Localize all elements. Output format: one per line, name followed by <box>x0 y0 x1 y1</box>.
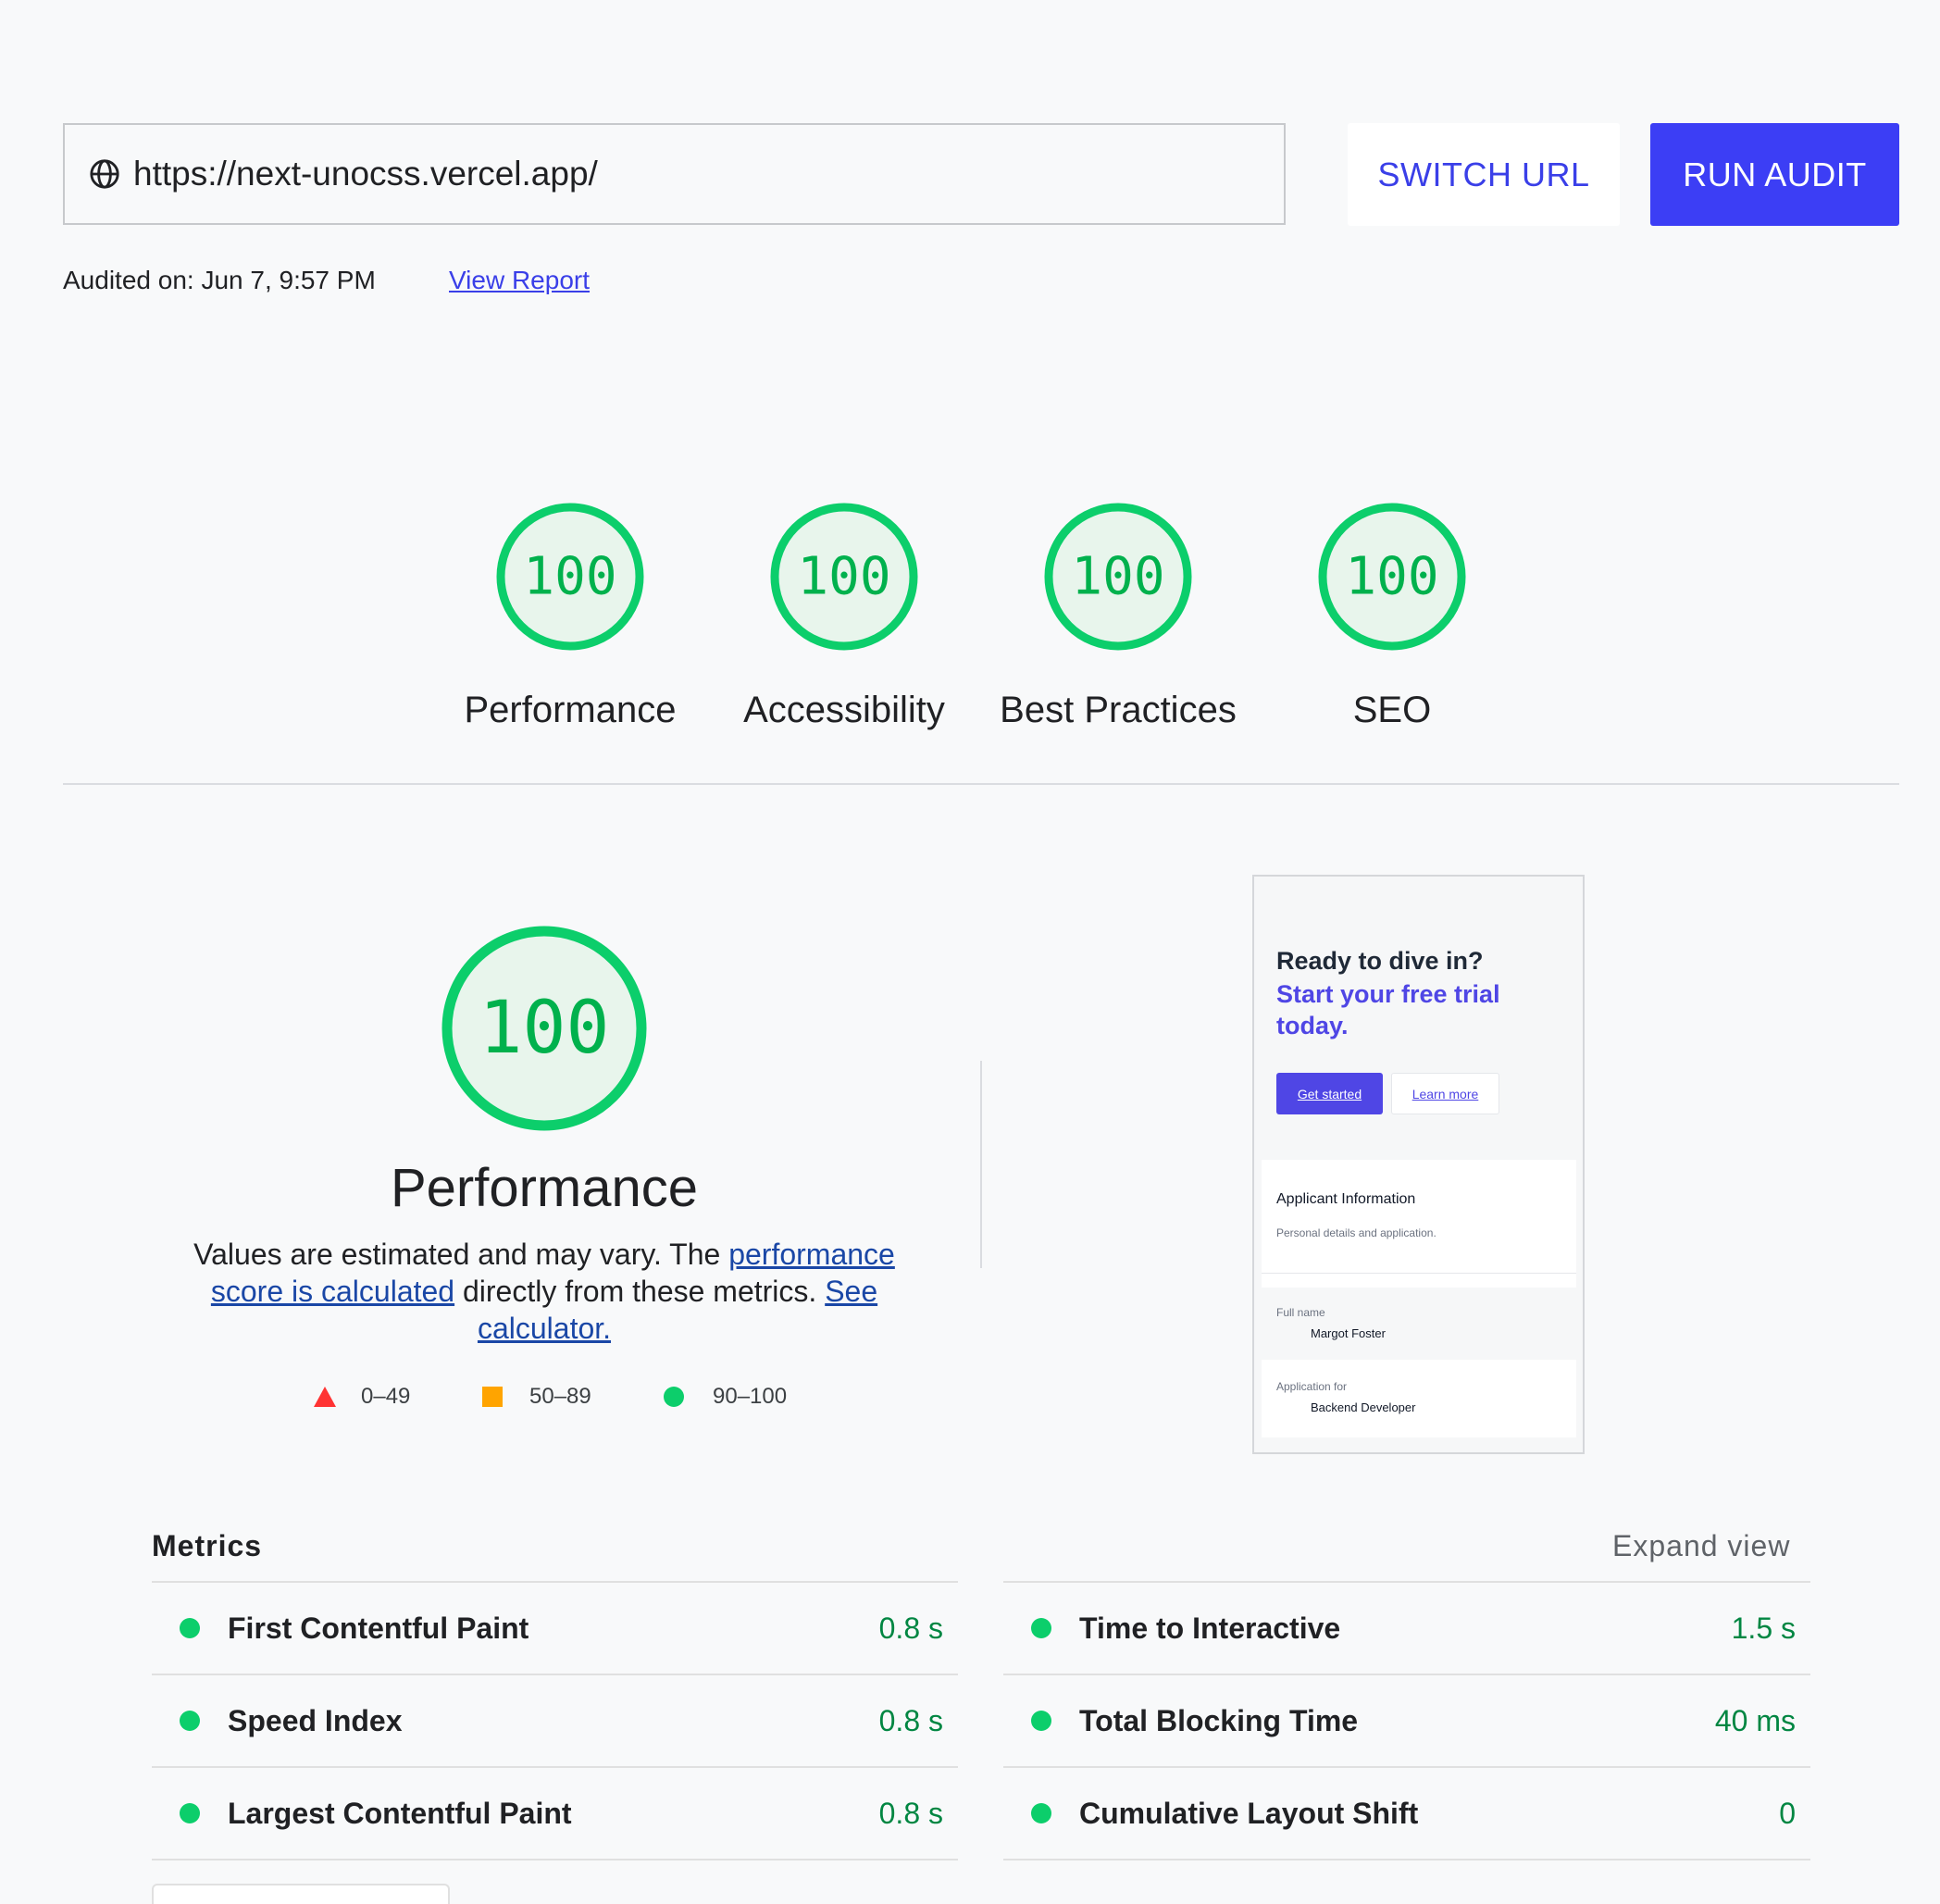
thumb-heading-2: Start your free trial today. <box>1276 980 1500 1039</box>
gauge-accessibility[interactable]: 100 Accessibility <box>724 501 964 731</box>
run-audit-button[interactable]: RUN AUDIT <box>1650 123 1899 226</box>
gauge-score: 100 <box>1071 547 1164 607</box>
expand-view-toggle[interactable]: Expand view <box>1612 1529 1790 1563</box>
metric-row: Largest Contentful Paint 0.8 s <box>152 1768 958 1859</box>
metric-row: Time to Interactive 1.5 s <box>1003 1583 1810 1674</box>
pass-dot-icon <box>1031 1711 1051 1731</box>
gauge-score: 100 <box>523 547 616 607</box>
globe-icon <box>90 159 119 189</box>
view-treemap-button[interactable] <box>152 1884 450 1904</box>
thumb-learn-more-button: Learn more <box>1391 1073 1499 1114</box>
performance-score-large: 100 <box>479 987 610 1070</box>
view-report-link[interactable]: View Report <box>449 266 590 295</box>
vertical-separator <box>980 1061 982 1268</box>
metric-value: 0.8 s <box>878 1611 943 1645</box>
legend-fail: 0–49 <box>313 1384 410 1410</box>
triangle-icon <box>314 1387 336 1407</box>
metric-row: Speed Index 0.8 s <box>152 1675 958 1766</box>
performance-gauge-large: 100 <box>437 921 652 1140</box>
gauge-label: Accessibility <box>743 690 945 730</box>
url-input[interactable]: https://next-unocss.vercel.app/ <box>63 123 1286 225</box>
metric-value: 1.5 s <box>1731 1611 1796 1645</box>
metric-name: Speed Index <box>228 1703 403 1737</box>
metric-name: First Contentful Paint <box>228 1611 529 1645</box>
thumb-applicant-card: Applicant Information Personal details a… <box>1262 1160 1576 1437</box>
metric-row: First Contentful Paint 0.8 s <box>152 1583 958 1674</box>
gauge-seo[interactable]: 100 SEO <box>1272 501 1512 731</box>
gauge-label: SEO <box>1352 690 1432 730</box>
square-icon <box>482 1387 503 1407</box>
pass-dot-icon <box>180 1618 200 1638</box>
gauge-score: 100 <box>1345 547 1438 607</box>
thumb-heading-1: Ready to dive in? <box>1276 947 1484 975</box>
page-screenshot-thumbnail: Ready to dive in? Start your free trial … <box>1252 875 1585 1454</box>
switch-url-button[interactable]: SWITCH URL <box>1348 123 1620 226</box>
thumb-card-subtitle: Personal details and application. <box>1276 1226 1436 1239</box>
legend-pass: 90–100 <box>663 1384 787 1410</box>
url-text: https://next-unocss.vercel.app/ <box>133 155 598 193</box>
thumb-field-row: Full name Margot Foster <box>1262 1288 1576 1360</box>
pass-dot-icon <box>1031 1803 1051 1823</box>
metric-value: 40 ms <box>1714 1703 1796 1737</box>
thumb-get-started-button: Get started <box>1276 1073 1383 1114</box>
thumb-card-title: Applicant Information <box>1276 1191 1416 1207</box>
section-divider <box>63 783 1899 785</box>
audited-on-text: Audited on: Jun 7, 9:57 PM <box>63 266 376 294</box>
metric-value: 0 <box>1779 1796 1796 1830</box>
metric-name: Total Blocking Time <box>1079 1703 1359 1737</box>
performance-description: Values are estimated and may vary. The p… <box>193 1238 895 1345</box>
gauge-label: Performance <box>464 690 677 730</box>
gauge-best-practices[interactable]: 100 Best Practices <box>998 501 1238 731</box>
pass-dot-icon <box>1031 1618 1051 1638</box>
thumb-field-row: Application for Backend Developer <box>1262 1362 1576 1434</box>
gauge-score: 100 <box>797 547 890 607</box>
metric-value: 0.8 s <box>878 1703 943 1737</box>
metric-name: Largest Contentful Paint <box>228 1796 572 1830</box>
metric-name: Cumulative Layout Shift <box>1079 1796 1419 1830</box>
pass-dot-icon <box>180 1803 200 1823</box>
pass-dot-icon <box>180 1711 200 1731</box>
metric-value: 0.8 s <box>878 1796 943 1830</box>
metrics-title: Metrics <box>152 1529 263 1562</box>
gauge-performance[interactable]: 100 Performance <box>450 501 690 731</box>
circle-icon <box>664 1387 684 1407</box>
performance-title: Performance <box>390 1158 699 1218</box>
metric-row: Cumulative Layout Shift 0 <box>1003 1768 1810 1859</box>
metric-name: Time to Interactive <box>1079 1611 1341 1645</box>
gauge-label: Best Practices <box>1000 690 1237 730</box>
metric-row: Total Blocking Time 40 ms <box>1003 1675 1810 1766</box>
legend-average: 50–89 <box>481 1384 591 1410</box>
